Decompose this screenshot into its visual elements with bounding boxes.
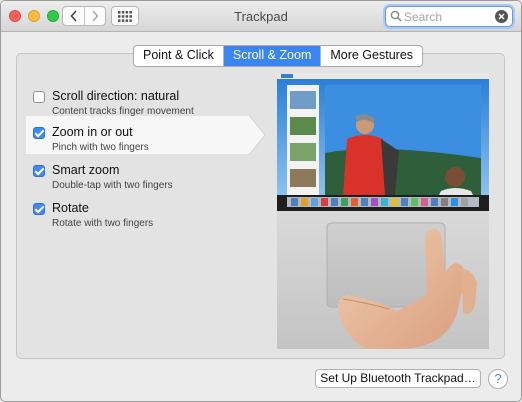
option-title: Rotate [52,201,89,215]
option-title: Smart zoom [52,163,120,177]
option-rotate[interactable]: Rotate Rotate with two fingers [25,199,263,237]
option-title: Zoom in or out [52,125,133,139]
zoom-button[interactable] [47,10,59,22]
navigation-buttons [62,6,106,26]
option-description: Pinch with two fingers [52,142,149,153]
window-title: Trackpad [234,9,288,24]
option-description: Content tracks finger movement [52,106,194,117]
chevron-left-icon [69,10,77,22]
grid-icon [118,10,132,22]
option-scroll-direction[interactable]: Scroll direction: natural Content tracks… [25,87,263,125]
forward-button[interactable] [84,7,105,25]
scroll-direction-checkbox[interactable] [33,91,45,103]
zoom-in-out-checkbox[interactable] [33,127,45,139]
trackpad-window: Trackpad Point & Click Scroll & Zoom Mor… [0,0,522,402]
option-zoom-in-out[interactable]: Zoom in or out Pinch with two fingers [25,123,263,161]
search-input[interactable] [404,9,488,24]
clear-search-icon[interactable] [495,10,508,23]
back-button[interactable] [63,7,85,25]
minimize-button[interactable] [28,10,40,22]
option-title: Scroll direction: natural [52,89,180,103]
rotate-checkbox[interactable] [33,203,45,215]
tab-scroll-zoom[interactable]: Scroll & Zoom [223,46,322,66]
tab-point-click[interactable]: Point & Click [134,46,224,66]
setup-bluetooth-trackpad-button[interactable]: Set Up Bluetooth Trackpad… [315,369,481,388]
help-button[interactable]: ? [488,369,508,389]
option-description: Double-tap with two fingers [52,180,173,191]
chevron-right-icon [91,10,99,22]
show-all-button[interactable] [111,6,139,26]
option-smart-zoom[interactable]: Smart zoom Double-tap with two fingers [25,161,263,199]
gesture-preview-image [277,73,489,349]
smart-zoom-checkbox[interactable] [33,165,45,177]
option-description: Rotate with two fingers [52,218,154,229]
close-button[interactable] [9,10,21,22]
search-icon [390,10,402,22]
title-bar: Trackpad [1,1,521,32]
tab-more-gestures[interactable]: More Gestures [321,46,422,66]
search-field[interactable] [385,6,513,27]
tab-bar: Point & Click Scroll & Zoom More Gesture… [133,45,424,67]
